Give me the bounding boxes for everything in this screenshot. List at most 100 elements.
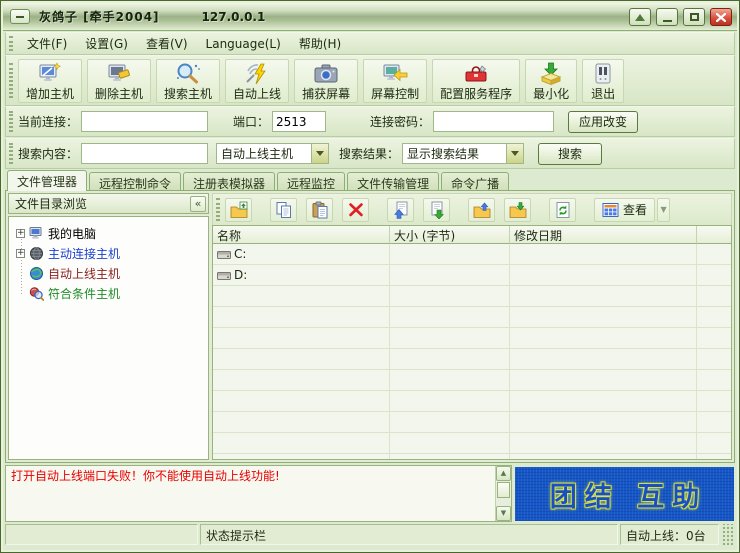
copy-button[interactable] <box>270 198 297 222</box>
add-host-icon <box>37 61 63 87</box>
port-input[interactable] <box>272 111 326 132</box>
screen-control-button[interactable]: 屏幕控制 <box>363 59 427 103</box>
search-host-label: 搜索主机 <box>164 88 212 101</box>
maximize-button[interactable] <box>683 8 705 26</box>
menu-language[interactable]: Language(L) <box>197 34 290 54</box>
search-scope-value: 自动上线主机 <box>217 144 311 163</box>
view-more-button[interactable]: ▼ <box>657 198 670 222</box>
menu-help[interactable]: 帮助(H) <box>290 32 350 55</box>
file-toolbar: 查看 ▼ <box>212 193 732 225</box>
upload-file-button[interactable] <box>387 198 414 222</box>
scroll-up-button[interactable]: ▲ <box>496 466 511 481</box>
tab-command-broadcast[interactable]: 命令广播 <box>441 172 509 191</box>
column-header-size[interactable]: 大小 (字节) <box>390 226 510 244</box>
rollup-button[interactable] <box>629 8 651 26</box>
file-row-drive-d[interactable]: D: <box>213 265 731 286</box>
message-log: 打开自动上线端口失败！你不能使用自动上线功能! ▲ ▼ <box>5 465 512 522</box>
empty-row <box>213 370 731 391</box>
connection-password-label: 连接密码： <box>370 113 430 130</box>
tab-registry-simulator[interactable]: 注册表模拟器 <box>183 172 275 191</box>
search-result-label: 搜索结果： <box>339 145 399 162</box>
minimize-button[interactable] <box>656 8 678 26</box>
empty-row <box>213 349 731 370</box>
column-header-name[interactable]: 名称 <box>213 226 390 244</box>
tree-item-matching-hosts[interactable]: 符合条件主机 <box>13 283 204 303</box>
view-button[interactable]: 查看 <box>594 198 655 222</box>
minimize-to-tray-button[interactable]: 最小化 <box>525 59 577 103</box>
tab-file-transfer[interactable]: 文件传输管理 <box>347 172 439 191</box>
screen-control-icon <box>382 61 408 87</box>
config-service-button[interactable]: 配置服务程序 <box>432 59 520 103</box>
empty-row <box>213 307 731 328</box>
search-button[interactable]: 搜索 <box>538 143 602 165</box>
download-file-button[interactable] <box>423 198 450 222</box>
menubar-grip[interactable] <box>9 36 13 51</box>
auto-online-button[interactable]: 自动上线 <box>225 59 289 103</box>
scrollbar-thumb[interactable] <box>497 482 510 498</box>
download-folder-icon <box>509 201 527 219</box>
search-result-value: 显示搜索结果 <box>403 144 506 163</box>
expander-icon[interactable]: + <box>16 249 25 258</box>
file-row-drive-c[interactable]: C: <box>213 244 731 265</box>
up-directory-button[interactable] <box>225 198 252 222</box>
expander-icon[interactable]: + <box>16 229 25 238</box>
search-row-grip[interactable] <box>9 143 13 164</box>
toolbar-grip[interactable] <box>9 63 13 98</box>
paste-button[interactable] <box>306 198 333 222</box>
download-folder-button[interactable] <box>504 198 531 222</box>
column-header-modified[interactable]: 修改日期 <box>510 226 697 244</box>
refresh-button[interactable] <box>549 198 576 222</box>
current-connection-input[interactable] <box>81 111 208 132</box>
view-grid-icon <box>602 202 619 218</box>
maximize-icon <box>690 13 699 21</box>
column-header-blank <box>697 226 731 244</box>
menu-view[interactable]: 查看(V) <box>137 32 197 55</box>
search-host-button[interactable]: 搜索主机 <box>156 59 220 103</box>
file-list-header: 名称 大小 (字节) 修改日期 <box>213 226 731 244</box>
connection-password-input[interactable] <box>433 111 554 132</box>
upload-file-icon <box>392 201 410 219</box>
delete-host-label: 删除主机 <box>95 88 143 101</box>
message-scrollbar[interactable]: ▲ ▼ <box>495 466 511 521</box>
delete-file-button[interactable] <box>342 198 369 222</box>
tree-item-active-hosts[interactable]: + 主动连接主机 <box>13 243 204 263</box>
system-menu-icon[interactable] <box>10 9 30 24</box>
delete-host-button[interactable]: 删除主机 <box>87 59 151 103</box>
resize-grip[interactable] <box>721 524 735 545</box>
tree-item-my-computer[interactable]: + 我的电脑 <box>13 223 204 243</box>
close-button[interactable] <box>710 8 732 26</box>
search-result-arrow-icon[interactable] <box>506 144 523 163</box>
menu-settings[interactable]: 设置(G) <box>76 32 137 55</box>
tab-file-manager[interactable]: 文件管理器 <box>7 170 87 191</box>
auto-online-icon <box>244 61 270 87</box>
drive-icon <box>217 270 231 281</box>
status-cell-left <box>5 524 198 545</box>
search-scope-select[interactable]: 自动上线主机 <box>216 143 329 164</box>
collapse-panel-button[interactable]: « <box>190 196 206 212</box>
search-result-select[interactable]: 显示搜索结果 <box>402 143 524 164</box>
status-hint: 状态提示栏 <box>200 524 618 545</box>
search-scope-arrow-icon[interactable] <box>311 144 328 163</box>
apply-changes-button[interactable]: 应用改变 <box>568 111 638 133</box>
tab-remote-control[interactable]: 远程控制命令 <box>89 172 181 191</box>
upload-folder-button[interactable] <box>468 198 495 222</box>
menu-file[interactable]: 文件(F) <box>18 32 76 55</box>
add-host-button[interactable]: 增加主机 <box>18 59 82 103</box>
exit-button[interactable]: 退出 <box>582 59 624 103</box>
view-button-label: 查看 <box>623 201 647 218</box>
refresh-icon <box>554 201 572 219</box>
tab-remote-monitor[interactable]: 远程监控 <box>277 172 345 191</box>
directory-panel-title: 文件目录浏览 <box>15 195 190 212</box>
scroll-down-button[interactable]: ▼ <box>496 506 511 521</box>
main-toolbar: 增加主机 删除主机 搜索主机 <box>5 55 735 106</box>
empty-row <box>213 286 731 307</box>
connection-row-grip[interactable] <box>9 111 13 132</box>
menu-bar: 文件(F) 设置(G) 查看(V) Language(L) 帮助(H) <box>5 32 735 55</box>
capture-screen-button[interactable]: 捕获屏幕 <box>294 59 358 103</box>
tree-item-label: 符合条件主机 <box>48 285 120 302</box>
file-toolbar-grip[interactable] <box>216 198 220 220</box>
tree-item-label: 我的电脑 <box>48 225 96 242</box>
tree-item-auto-online-hosts[interactable]: 自动上线主机 <box>13 263 204 283</box>
search-content-input[interactable] <box>81 143 208 164</box>
file-panel: 查看 ▼ 名称 大小 (字节) 修改日期 C: <box>212 193 732 460</box>
